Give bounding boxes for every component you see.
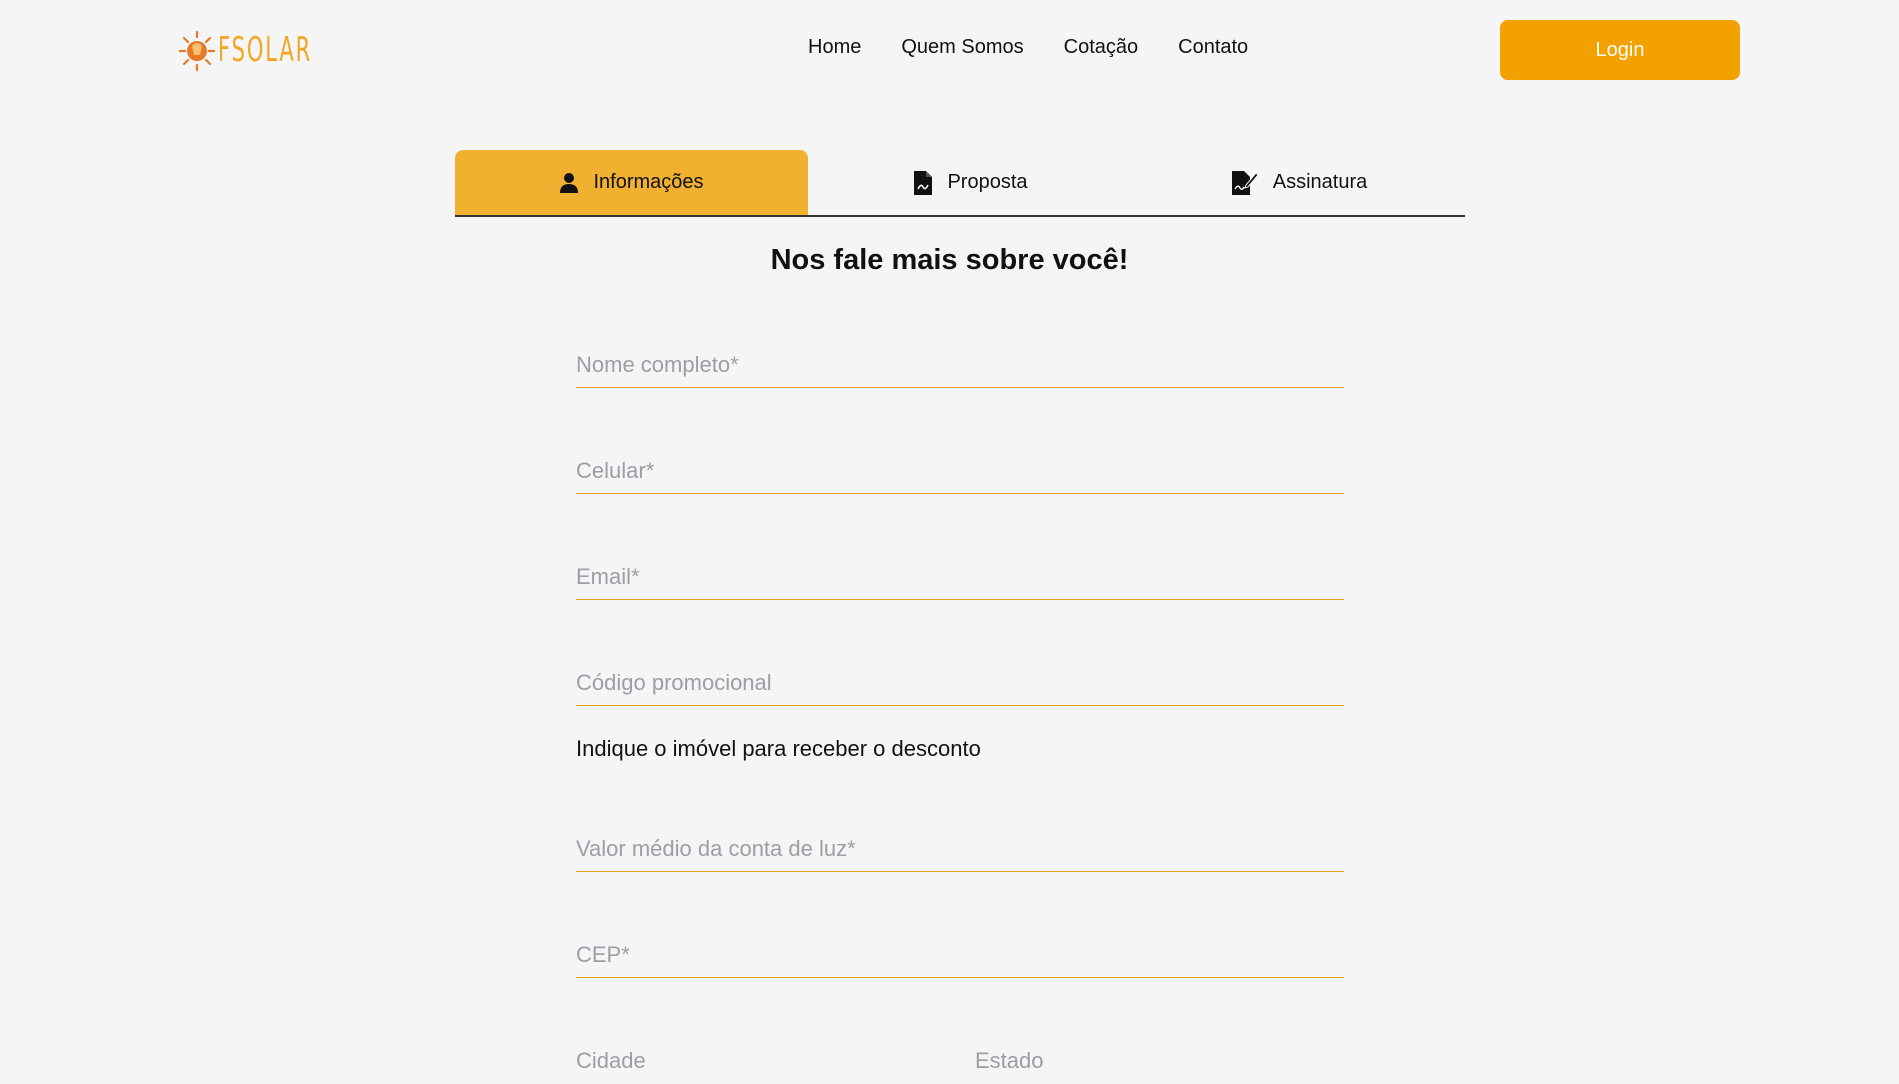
tab-assinatura[interactable]: Assinatura [1133, 150, 1465, 215]
celular-field-wrapper [576, 448, 1344, 494]
tab-label: Assinatura [1272, 171, 1368, 193]
tab-label: Informações [593, 171, 704, 193]
main-nav: Home Quem Somos Cotação Contato [808, 36, 1248, 59]
nome-input[interactable] [576, 342, 1344, 387]
login-button[interactable]: Login [1500, 20, 1740, 80]
valor-field-wrapper [576, 826, 1344, 872]
page-title: Nos fale mais sobre você! [770, 244, 1129, 276]
nav-quem-somos[interactable]: Quem Somos [901, 36, 1023, 59]
cidade-field-wrapper [576, 1038, 946, 1084]
nav-home[interactable]: Home [808, 36, 861, 59]
promo-note: Indique o imóvel para receber o desconto [576, 736, 981, 761]
codigo-field-wrapper [576, 660, 1344, 706]
step-tabs: Informações Proposta Assinatura [455, 150, 1465, 217]
codigo-promocional-input[interactable] [576, 660, 1344, 705]
logo-wordmark: FSOLAR [218, 30, 313, 70]
estado-input[interactable] [975, 1038, 1345, 1084]
tab-informacoes[interactable]: Informações [455, 150, 808, 215]
tab-proposta[interactable]: Proposta [808, 150, 1133, 215]
cidade-input[interactable] [576, 1038, 946, 1084]
sun-bulb-icon [178, 28, 216, 72]
email-field-wrapper [576, 554, 1344, 600]
fsolar-logo[interactable]: FSOLAR [178, 26, 313, 74]
celular-input[interactable] [576, 448, 1344, 493]
user-icon [559, 172, 579, 194]
valor-conta-input[interactable] [576, 826, 1344, 871]
site-header: FSOLAR Home Quem Somos Cotação Contato L… [0, 0, 1899, 100]
nav-contato[interactable]: Contato [1178, 36, 1248, 59]
email-input[interactable] [576, 554, 1344, 599]
cep-input[interactable] [576, 932, 1344, 977]
document-icon [913, 170, 933, 196]
estado-field-wrapper [975, 1038, 1345, 1084]
cep-field-wrapper [576, 932, 1344, 978]
tab-label: Proposta [947, 171, 1028, 193]
signature-icon [1231, 170, 1259, 196]
nav-cotacao[interactable]: Cotação [1064, 36, 1139, 59]
nome-field-wrapper [576, 342, 1344, 388]
